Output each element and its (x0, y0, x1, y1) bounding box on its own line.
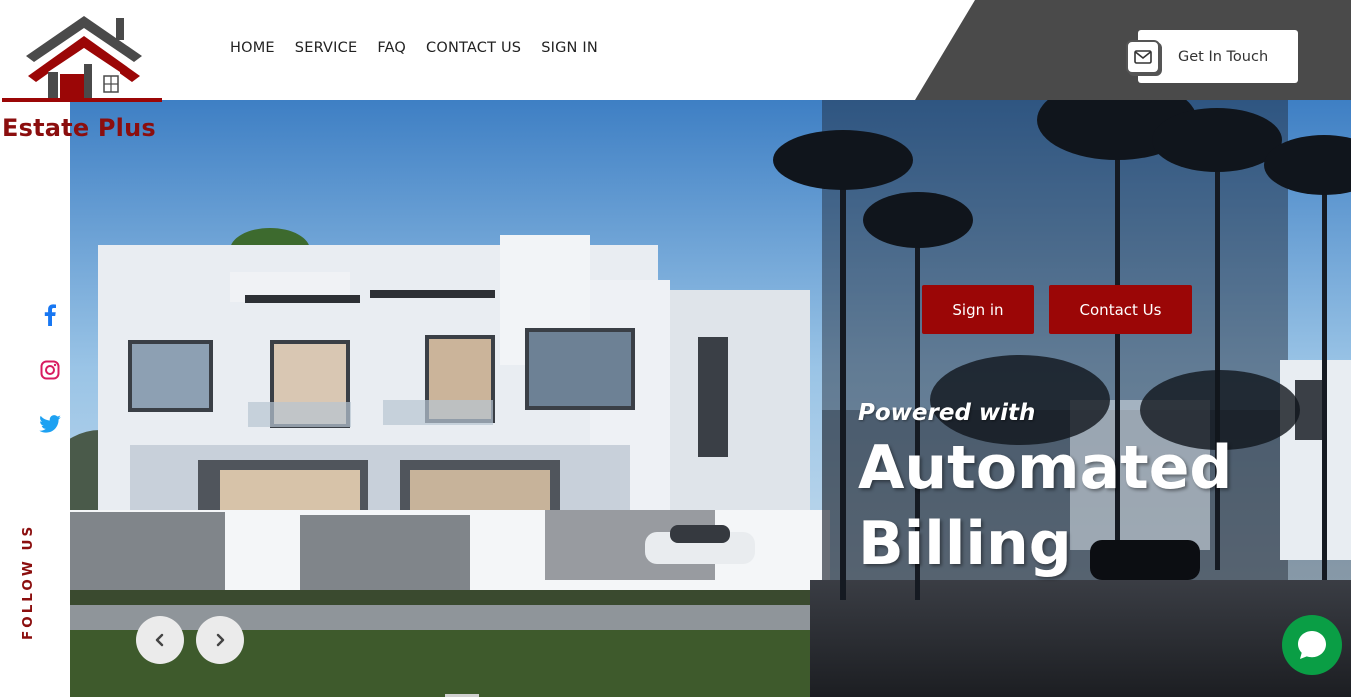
get-in-touch-label: Get In Touch (1178, 48, 1269, 65)
twitter-icon[interactable] (38, 412, 62, 436)
logo-text: Estate Plus (2, 114, 156, 142)
slider-prev-button[interactable] (136, 616, 184, 664)
site-header: Estate Plus HOME SERVICE FAQ CONTACT US … (0, 0, 1351, 142)
nav-item-faq[interactable]: FAQ (377, 40, 406, 56)
hero-contact-us-button[interactable]: Contact Us (1049, 285, 1192, 334)
envelope-icon (1126, 40, 1160, 74)
house-logo-icon (2, 16, 162, 102)
hero-title-line-1: Automated (858, 433, 1233, 503)
nav-item-service[interactable]: SERVICE (295, 40, 358, 56)
hero-background-image (70, 100, 1351, 697)
hero-subtitle: Powered with (858, 400, 1036, 426)
facebook-icon[interactable] (38, 303, 62, 327)
chat-button[interactable] (1282, 615, 1342, 675)
nav-item-home[interactable]: HOME (230, 40, 275, 56)
nav-item-contact-us[interactable]: CONTACT US (426, 40, 521, 56)
get-in-touch-button[interactable]: Get In Touch (1138, 30, 1298, 83)
hero-title: Automated Billing (858, 430, 1232, 582)
main-nav: HOME SERVICE FAQ CONTACT US SIGN IN (230, 40, 618, 56)
instagram-icon[interactable] (38, 358, 62, 382)
hero-contact-us-label: Contact Us (1079, 300, 1162, 319)
hero-title-line-2: Billing (858, 509, 1072, 579)
hero-sign-in-button[interactable]: Sign in (922, 285, 1034, 334)
follow-us-label: FOLLOW US (20, 523, 36, 640)
chevron-right-icon (216, 633, 225, 647)
chat-bubble-icon (1298, 631, 1326, 659)
logo[interactable]: Estate Plus (0, 10, 170, 142)
chevron-left-icon (155, 633, 164, 647)
slider-next-button[interactable] (196, 616, 244, 664)
hero-sign-in-label: Sign in (952, 300, 1004, 319)
nav-item-sign-in[interactable]: SIGN IN (541, 40, 598, 56)
hero-slider (70, 100, 1351, 697)
